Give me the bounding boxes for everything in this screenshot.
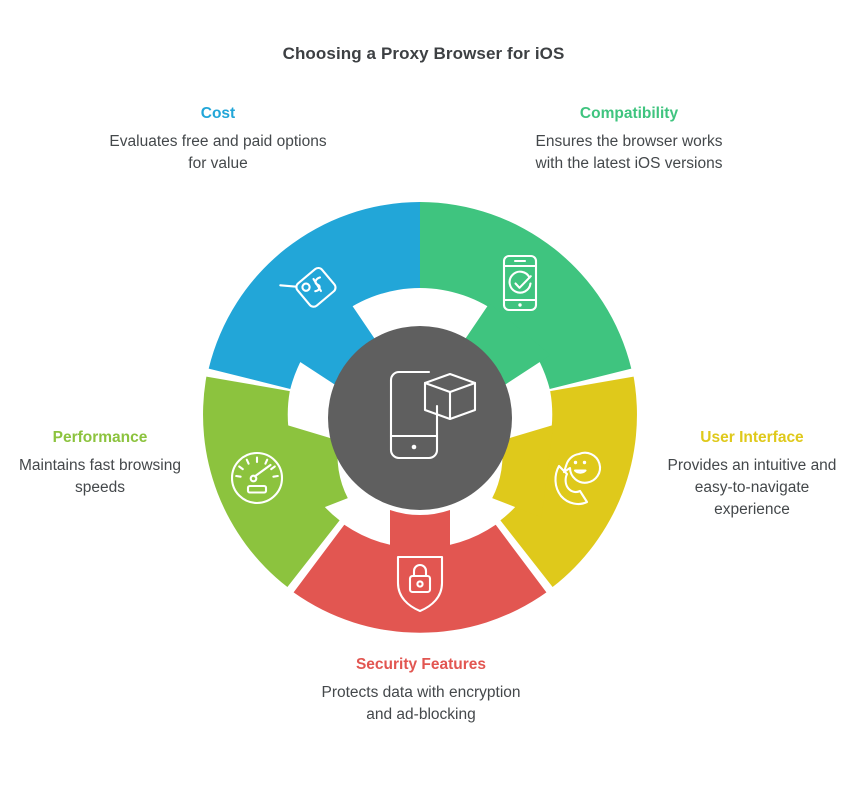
label-heading-user-interface: User Interface (700, 429, 804, 446)
label-description-compatibility: Ensures the browser works with the lates… (535, 132, 723, 172)
label-heading-performance: Performance (52, 429, 148, 446)
label-block-security: Security Features Protects data with enc… (316, 655, 526, 726)
label-heading-security: Security Features (355, 656, 487, 673)
label-description-performance: Maintains fast browsing speeds (19, 456, 181, 496)
label-heading-compatibility: Compatibility (579, 105, 679, 122)
label-block-user-interface: User Interface Provides an intuitive and… (664, 428, 840, 521)
center-circle[interactable] (328, 326, 512, 510)
label-description-security: Protects data with encryption and ad-blo… (321, 683, 521, 723)
label-block-performance: Performance Maintains fast browsing spee… (6, 428, 194, 499)
label-description-cost: Evaluates free and paid options for valu… (109, 132, 327, 172)
label-block-cost: Cost Evaluates free and paid options for… (108, 104, 328, 175)
label-heading-cost: Cost (200, 105, 236, 122)
label-description-user-interface: Provides an intuitive and easy-to-naviga… (667, 456, 837, 518)
label-block-compatibility: Compatibility Ensures the browser works … (520, 104, 738, 175)
